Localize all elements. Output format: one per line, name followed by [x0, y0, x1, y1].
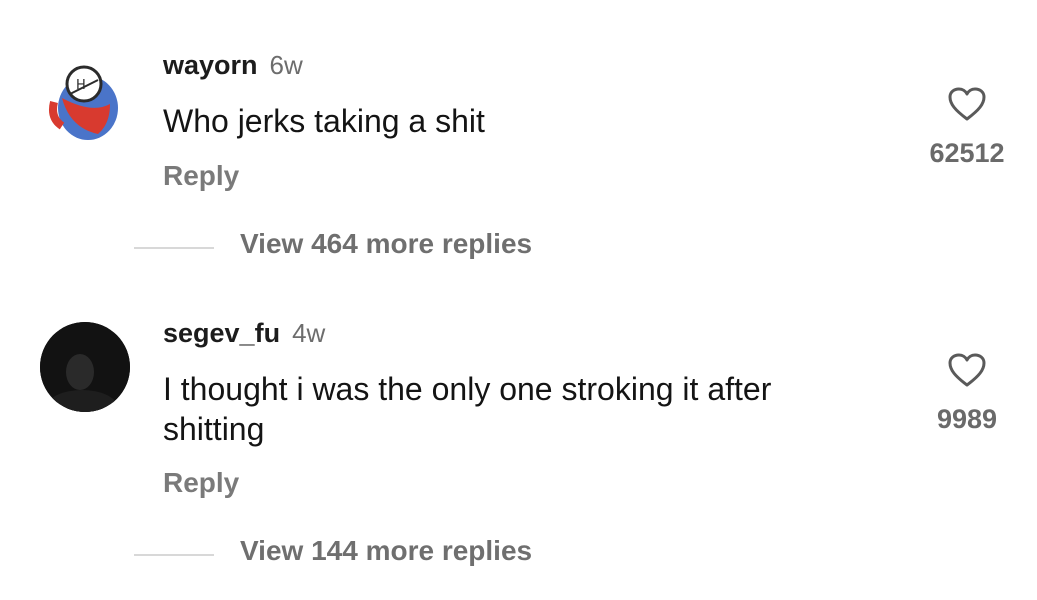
dark-photo-avatar-icon [40, 322, 130, 412]
username[interactable]: wayorn [163, 50, 258, 80]
like-count: 9989 [936, 404, 998, 434]
replies-divider [134, 247, 214, 249]
comment-text: Who jerks taking a shit [163, 103, 485, 139]
heart-icon [948, 353, 986, 387]
like-button[interactable]: 9989 [912, 352, 1022, 435]
avatar[interactable]: H [40, 58, 130, 148]
comment-time: 6w [269, 50, 303, 80]
like-count: 62512 [929, 138, 1005, 168]
view-replies-label: View 464 more replies [240, 228, 533, 259]
comment-time: 4w [292, 318, 326, 348]
replies-divider [134, 554, 214, 556]
reply-button[interactable]: Reply [163, 467, 239, 499]
cartoon-avatar-icon: H [49, 65, 118, 140]
view-replies-label: View 144 more replies [240, 535, 533, 566]
reply-button[interactable]: Reply [163, 160, 239, 192]
username[interactable]: segev_fu [163, 318, 280, 348]
comment-text: I thought i was the only one stroking it… [163, 371, 772, 447]
avatar[interactable] [40, 322, 130, 412]
heart-icon [948, 87, 986, 121]
like-button[interactable]: 62512 [912, 86, 1022, 169]
